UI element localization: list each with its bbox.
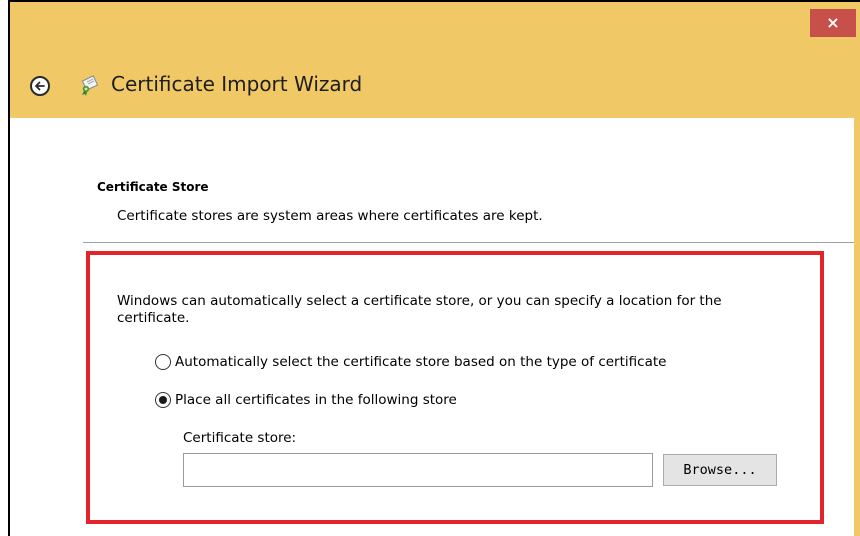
wizard-window: × Certificate Import Wizard Certificate …: [0, 0, 860, 536]
section-description: Certificate stores are system areas wher…: [117, 208, 543, 224]
window-frame-right: [854, 118, 860, 536]
header-divider: [83, 242, 854, 243]
auto-select-label[interactable]: Automatically select the certificate sto…: [175, 354, 666, 370]
title-bar: [10, 2, 860, 118]
radio-selected-dot: [159, 396, 167, 404]
close-button[interactable]: ×: [810, 9, 856, 37]
section-heading: Certificate Store: [97, 180, 209, 194]
back-arrow-icon[interactable]: [30, 76, 50, 96]
auto-select-radio[interactable]: [155, 354, 171, 370]
certificate-icon: [81, 75, 99, 96]
store-intro-text: Windows can automatically select a certi…: [117, 293, 722, 326]
window-title: Certificate Import Wizard: [111, 72, 363, 96]
certificate-store-label: Certificate store:: [183, 430, 297, 446]
browse-button[interactable]: Browse...: [663, 454, 777, 486]
place-in-store-label[interactable]: Place all certificates in the following …: [175, 392, 457, 408]
place-in-store-radio[interactable]: [155, 392, 171, 408]
certificate-store-input[interactable]: [183, 453, 653, 487]
